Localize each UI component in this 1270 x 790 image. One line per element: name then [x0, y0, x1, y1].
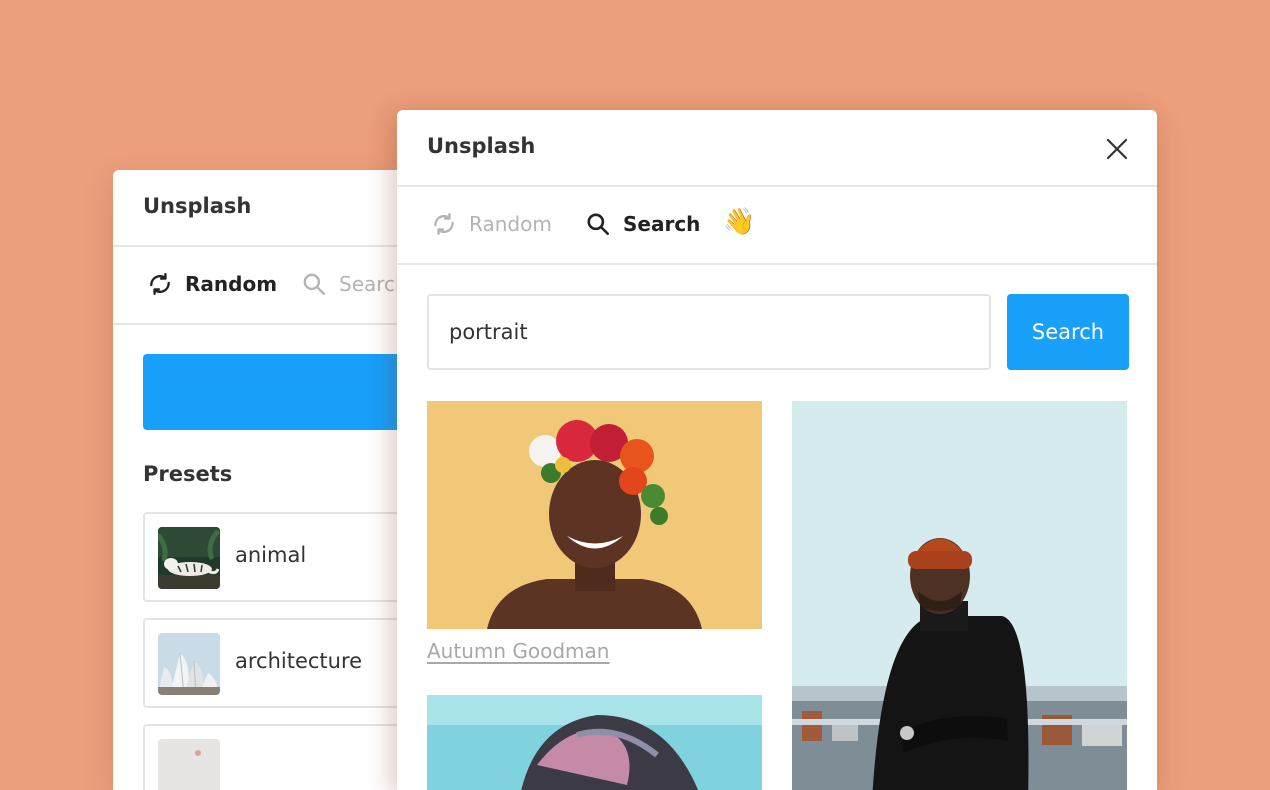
result-image-person-dyed-hair[interactable]	[427, 695, 762, 790]
tab-search[interactable]: Search	[301, 271, 408, 297]
preset-architecture-label: architecture	[235, 649, 363, 673]
close-icon[interactable]	[1103, 135, 1131, 163]
tab-waving-hand[interactable]: 👋	[723, 207, 755, 237]
opera-house-thumbnail	[158, 633, 220, 695]
search-icon	[301, 271, 327, 297]
tab-search-label: Search	[623, 212, 701, 236]
front-panel-title: Unsplash	[427, 134, 536, 158]
refresh-icon	[147, 271, 173, 297]
preset-animal-label: animal	[235, 543, 307, 567]
waving-hand-icon: 👋	[723, 207, 756, 237]
search-icon	[585, 211, 611, 237]
front-plugin-panel: Unsplash Random Search 👋 portrait Search…	[397, 110, 1157, 790]
search-input[interactable]	[427, 294, 991, 370]
tab-random-label: Random	[469, 212, 552, 236]
tab-random[interactable]: Random	[147, 271, 277, 297]
presets-heading: Presets	[143, 462, 233, 486]
front-title-bar: Unsplash	[397, 110, 1157, 187]
result-image-man-in-beanie[interactable]	[792, 401, 1127, 790]
photographer-credit-link[interactable]: Autumn Goodman	[427, 639, 609, 663]
tab-search[interactable]: Search	[585, 211, 700, 237]
tiger-thumbnail	[158, 527, 220, 589]
result-image-woman-flower-crown[interactable]	[427, 401, 762, 629]
tab-random[interactable]: Random	[431, 211, 552, 237]
tab-random-label: Random	[185, 272, 278, 296]
preset-thumbnail	[158, 739, 220, 790]
search-button[interactable]: Search	[1007, 294, 1129, 370]
front-tab-bar: Random Search 👋	[397, 187, 1157, 265]
refresh-icon	[431, 211, 457, 237]
back-panel-title: Unsplash	[143, 194, 252, 218]
